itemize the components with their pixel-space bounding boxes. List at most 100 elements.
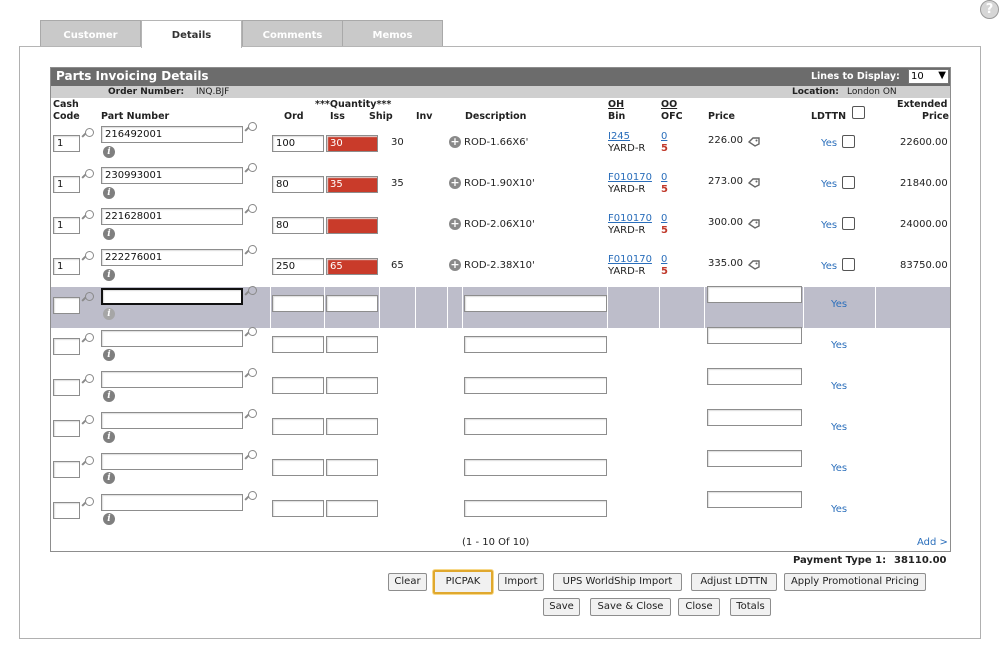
info-icon[interactable]: i <box>103 431 115 443</box>
iss-quantity-input[interactable] <box>326 295 378 312</box>
ord-quantity-input[interactable] <box>272 377 324 394</box>
part-search-icon[interactable] <box>245 163 257 175</box>
info-icon[interactable]: i <box>103 187 115 199</box>
tab-customer[interactable]: Customer <box>40 20 141 47</box>
plus-icon[interactable]: + <box>449 218 461 230</box>
lines-to-display-select[interactable]: 10 ▼ <box>908 69 949 84</box>
ldttn-yes-link[interactable]: Yes <box>831 422 847 434</box>
part-number-input[interactable]: 222276001 <box>101 249 243 266</box>
description-input[interactable] <box>464 500 607 517</box>
plus-icon[interactable]: + <box>449 177 461 189</box>
adjust-ldttn-button[interactable]: Adjust LDTTN <box>691 573 777 591</box>
iss-quantity-input[interactable] <box>326 418 378 435</box>
iss-quantity-input[interactable] <box>326 500 378 517</box>
part-number-input[interactable]: 230993001 <box>101 167 243 184</box>
cash-code-search-icon[interactable] <box>82 456 94 468</box>
part-number-input[interactable] <box>101 371 243 388</box>
info-icon[interactable]: i <box>103 269 115 281</box>
description-input[interactable] <box>464 459 607 476</box>
ldttn-yes-link[interactable]: Yes <box>831 504 847 516</box>
cash-code-search-icon[interactable] <box>82 374 94 386</box>
info-icon[interactable]: i <box>103 146 115 158</box>
iss-quantity-input[interactable] <box>326 336 378 353</box>
price-input[interactable] <box>707 409 802 426</box>
cash-code-search-icon[interactable] <box>82 415 94 427</box>
price-input[interactable] <box>707 327 802 344</box>
price-tag-icon[interactable] <box>748 260 760 270</box>
cash-code-input[interactable]: 1 <box>53 176 80 193</box>
part-search-icon[interactable] <box>245 327 257 339</box>
ldttn-yes-link[interactable]: Yes <box>821 138 837 150</box>
ord-quantity-input[interactable] <box>272 336 324 353</box>
part-search-icon[interactable] <box>245 409 257 421</box>
tab-memos[interactable]: Memos <box>342 20 443 47</box>
cash-code-search-icon[interactable] <box>82 251 94 263</box>
info-icon[interactable]: i <box>103 228 115 240</box>
part-number-input[interactable] <box>101 330 243 347</box>
totals-button[interactable]: Totals <box>730 598 771 616</box>
oh-link[interactable]: I245 <box>608 131 630 143</box>
info-icon[interactable]: i <box>103 308 115 320</box>
part-search-icon[interactable] <box>245 122 257 134</box>
price-input[interactable] <box>707 491 802 508</box>
part-search-icon[interactable] <box>245 204 257 216</box>
cash-code-input[interactable]: 1 <box>53 217 80 234</box>
oh-link[interactable]: F010170 <box>608 254 652 266</box>
save-and-close-button[interactable]: Save & Close <box>590 598 671 616</box>
ord-quantity-input[interactable] <box>272 418 324 435</box>
part-search-icon[interactable] <box>245 491 257 503</box>
tab-comments[interactable]: Comments <box>242 20 343 47</box>
oh-link[interactable]: F010170 <box>608 172 652 184</box>
cash-code-input[interactable]: 1 <box>53 258 80 275</box>
ldttn-yes-link[interactable]: Yes <box>831 381 847 393</box>
plus-icon[interactable]: + <box>449 136 461 148</box>
iss-quantity-input[interactable] <box>326 377 378 394</box>
description-input[interactable] <box>464 418 607 435</box>
description-input[interactable] <box>464 377 607 394</box>
cash-code-input[interactable] <box>53 379 80 396</box>
ldttn-all-checkbox[interactable] <box>852 106 865 119</box>
cash-code-input[interactable] <box>53 297 80 314</box>
price-input[interactable] <box>707 368 802 385</box>
part-search-icon[interactable] <box>245 245 257 257</box>
description-input[interactable] <box>464 295 607 312</box>
info-icon[interactable]: i <box>103 390 115 402</box>
oo-link[interactable]: 0 <box>661 254 667 266</box>
ldttn-checkbox[interactable] <box>842 135 855 148</box>
oo-link[interactable]: 0 <box>661 213 667 225</box>
part-number-input[interactable] <box>101 453 243 470</box>
ldttn-yes-link[interactable]: Yes <box>821 261 837 273</box>
part-number-input[interactable]: 216492001 <box>101 126 243 143</box>
iss-quantity-input[interactable]: 65 <box>326 258 378 275</box>
price-tag-icon[interactable] <box>748 178 760 188</box>
price-input[interactable] <box>707 450 802 467</box>
part-search-icon[interactable] <box>245 368 257 380</box>
close-button[interactable]: Close <box>678 598 720 616</box>
iss-quantity-input[interactable]: 30 <box>326 135 378 152</box>
cash-code-input[interactable] <box>53 502 80 519</box>
apply-promotional-pricing-button[interactable]: Apply Promotional Pricing <box>784 573 926 591</box>
ord-quantity-input[interactable]: 250 <box>272 258 324 275</box>
description-input[interactable] <box>464 336 607 353</box>
iss-quantity-input[interactable]: 35 <box>326 176 378 193</box>
ldttn-yes-link[interactable]: Yes <box>831 463 847 475</box>
ldttn-checkbox[interactable] <box>842 176 855 189</box>
part-search-icon[interactable] <box>245 286 257 298</box>
ord-quantity-input[interactable] <box>272 459 324 476</box>
import-button[interactable]: Import <box>498 573 544 591</box>
cash-code-search-icon[interactable] <box>82 210 94 222</box>
ldttn-yes-link[interactable]: Yes <box>821 220 837 232</box>
oo-link[interactable]: 0 <box>661 172 667 184</box>
ldttn-checkbox[interactable] <box>842 217 855 230</box>
ord-quantity-input[interactable] <box>272 500 324 517</box>
part-search-icon[interactable] <box>245 450 257 462</box>
save-button[interactable]: Save <box>543 598 580 616</box>
price-tag-icon[interactable] <box>748 137 760 147</box>
cash-code-search-icon[interactable] <box>82 169 94 181</box>
part-number-input[interactable] <box>101 494 243 511</box>
oo-link[interactable]: 0 <box>661 131 667 143</box>
iss-quantity-input[interactable] <box>326 217 378 234</box>
cash-code-input[interactable] <box>53 420 80 437</box>
clear-button[interactable]: Clear <box>388 573 427 591</box>
tab-details[interactable]: Details <box>141 20 242 48</box>
